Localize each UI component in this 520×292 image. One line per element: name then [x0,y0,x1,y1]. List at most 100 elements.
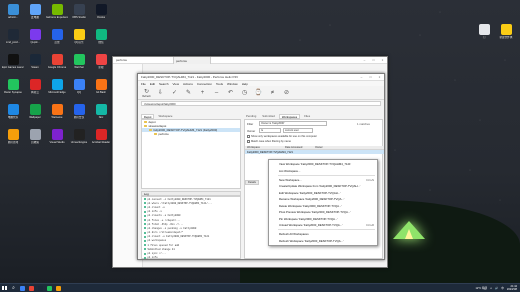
menu-item[interactable]: View [173,82,179,86]
menu-item[interactable]: Tools [216,82,223,86]
taskbar-app-file-explorer[interactable] [18,284,27,292]
close-icon[interactable]: × [375,75,384,79]
desktop-icon[interactable]: cmd_proxl... [3,28,23,50]
details-tab[interactable]: Details [245,180,259,185]
menu-item[interactable]: Edit [150,82,155,86]
check-available-row[interactable]: Show only workspaces available for use o… [247,135,317,138]
clock[interactable]: 21:44 2023/3/8 [507,285,517,291]
context-menu-item[interactable]: List Workspace... [269,168,377,175]
desktop-icon[interactable]: Acrobat Reader [91,128,111,150]
maximize-icon[interactable]: □ [366,75,375,79]
desktop-icon[interactable]: 影视 [91,53,111,75]
filter-field[interactable]: Owner is 'Fatty2000' [259,121,327,126]
col-date[interactable]: Date Accessed [285,146,315,149]
desktop-icon[interactable]: GeForce Experience [46,3,68,25]
desktop-icon[interactable]: WeGame [47,103,67,125]
desktop-icon[interactable]: 腾讯游戏 [3,128,23,150]
toolbar-button[interactable]: ◷ [239,87,250,98]
check-matchcase-row[interactable]: Match case when filtering by name [247,140,291,143]
col-workspace[interactable]: Workspace [245,146,285,149]
log-tab[interactable]: Log [144,192,149,196]
search-icon[interactable]: ⌕ [9,284,18,292]
menu-item[interactable]: Help [242,82,248,86]
log-text: 1 files opened for add [147,243,180,247]
tree-node[interactable]: perforce [142,132,240,136]
desktop-icon[interactable]: admini... [3,3,23,25]
checkbox-matchcase[interactable] [247,140,250,143]
desktop-icon[interactable]: WeChat [69,53,89,75]
desktop-icon[interactable]: Google Chrome [47,53,67,75]
desktop-icon[interactable]: 门 [474,23,494,45]
toolbar-button[interactable]: + [197,87,208,98]
toolbar-button[interactable]: ✓ [169,87,180,98]
app-icon [95,29,107,40]
minimize-icon[interactable]: – [357,75,366,79]
desktop-icon[interactable]: Visual Studio [47,128,67,150]
toolbar-button[interactable]: ≠ [267,87,278,98]
menu-item[interactable]: Search [159,82,169,86]
p4v-titlebar[interactable]: Fatty2000_DESKTOP-TVQAHM4_7121 - Fatty20… [138,74,384,81]
toolbar-button[interactable]: ⌚ [253,87,264,98]
app-icon [51,29,63,40]
toolbar-button[interactable]: ↶ [225,87,236,98]
menu-item[interactable]: Connection [197,82,212,86]
context-menu-item[interactable]: Unload Workspace 'Fatty2000_DESKTOP-TVQA… [269,222,377,229]
desktop-icon[interactable]: Microsoft Edge [47,78,67,100]
explorer-tab[interactable]: perforce [173,57,211,64]
ime-indicator[interactable]: 中 [501,286,504,290]
app-icon [7,129,19,140]
desktop-icon[interactable]: 微信 [91,28,111,50]
maximize-icon[interactable]: □ [369,58,378,62]
desktop-icon[interactable]: QQ音乐 [69,28,89,50]
desktop-icon[interactable]: Oculus [91,3,111,25]
start-button[interactable] [0,284,9,292]
depot-path-field[interactable]: //streams/depot/fatty2000 [141,101,381,106]
volume-icon[interactable]: 🔊 [495,287,498,290]
minimize-icon[interactable]: – [360,58,369,62]
taskbar-app-chrome[interactable] [27,284,36,292]
col-owner[interactable]: Owner [315,146,323,149]
desktop-icon[interactable]: OBS Studio [69,3,89,25]
close-icon[interactable]: × [378,58,387,62]
context-menu-item[interactable]: Refresh Workspace 'Fatty2000_DESKTOP-TVQ… [269,237,377,244]
tray-overflow-icon[interactable]: ∧ [490,287,492,290]
taskbar-app-steam[interactable] [36,284,45,292]
toolbar-button[interactable]: ↻ Refresh [141,87,152,98]
owner-value-select[interactable]: current user [283,128,313,133]
taskbar-app-p4v[interactable] [54,284,63,292]
menu-item[interactable]: Actions [183,82,193,86]
desktop-icon[interactable]: 新建文件夹 [496,23,516,45]
desktop-icon[interactable]: Steam [25,53,45,75]
desktop-icon[interactable]: Unreal Engine [69,128,89,150]
explorer-titlebar[interactable]: perforce – □ × [113,57,387,64]
desktop-icon[interactable]: 此电脑 [25,3,45,25]
desktop-icon[interactable]: Qupid... [25,28,45,50]
taskbar-app-wechat[interactable] [45,284,54,292]
toolbar-button[interactable]: ✎ [183,87,194,98]
toolbar-button[interactable]: ⊘ [281,87,292,98]
grid-row-workspace[interactable]: Fatty2000_DESKTOP-TVQAHM4_7121 [245,150,384,154]
log-pane[interactable]: p4 connect -c Fatty2000_DESKTOP-TVQAHM4_… [141,196,241,259]
menu-item[interactable]: Window [227,82,238,86]
p4v-icon [56,285,61,291]
depot-tree[interactable]: depot streams/depot fatty2000_DESKTOP-TVQA… [141,119,241,189]
checkbox-available[interactable] [247,135,250,138]
desktop-icon[interactable]: Epic Games Launcher [2,53,24,75]
desktop-icon[interactable]: Razer Synapse [3,78,23,100]
desktop-icon[interactable]: 回收站 [25,128,45,150]
desktop-icon[interactable]: 腾讯会议 [69,103,89,125]
toolbar-button[interactable]: – [211,87,222,98]
desktop-icon[interactable]: Wallpaper [25,103,45,125]
desktop-icon[interactable]: Git Bash [91,78,111,100]
menu-item[interactable]: File [141,82,146,86]
desktop-icon[interactable]: QQ [69,78,89,100]
desktop-icon[interactable]: 电脑管家 [3,103,23,125]
status-dot-icon [144,223,146,226]
desktop-icon[interactable]: 迅雷 [47,28,67,50]
toolbar-button[interactable]: ⇩ [155,87,166,98]
owner-op-select[interactable]: Is [259,128,281,133]
tray-weather[interactable]: 12°C 晴朗 [475,286,487,290]
desktop-icon[interactable]: 网易云 [25,78,45,100]
desktop-icon[interactable]: Nox [91,103,111,125]
